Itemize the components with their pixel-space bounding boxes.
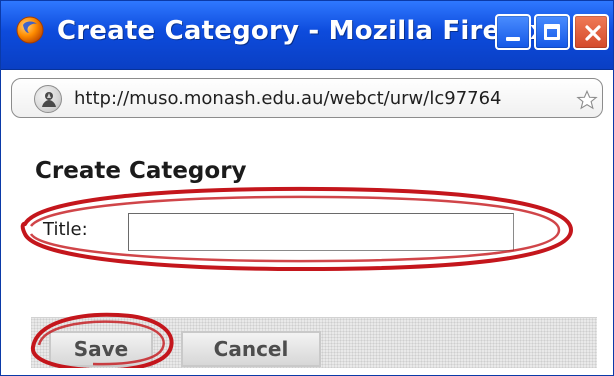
cancel-button[interactable]: Cancel (181, 331, 321, 367)
firefox-icon (16, 16, 44, 44)
site-identity-glyph (42, 92, 56, 107)
minimize-button[interactable] (495, 14, 531, 50)
url-bar[interactable]: http://muso.monash.edu.au/webct/urw/lc97… (11, 78, 603, 118)
site-identity-icon[interactable] (34, 85, 62, 113)
form-footer: Save Cancel (31, 317, 597, 368)
page-title: Create Category (35, 158, 247, 184)
maximize-button[interactable] (534, 14, 570, 50)
close-button[interactable] (573, 14, 609, 50)
maximize-icon (544, 24, 560, 40)
page-content: Create Category Title: Save Cancel (11, 126, 603, 368)
url-text[interactable]: http://muso.monash.edu.au/webct/urw/lc97… (74, 88, 502, 109)
star-icon[interactable] (576, 89, 598, 111)
minimize-icon (506, 37, 520, 41)
title-input[interactable] (128, 213, 514, 251)
browser-popup-window: Create Category - Mozilla Firefox http:/… (0, 0, 614, 376)
close-icon (585, 25, 601, 41)
save-button[interactable]: Save (49, 331, 153, 367)
title-bar[interactable]: Create Category - Mozilla Firefox (1, 1, 613, 70)
window-title: Create Category - Mozilla Firefox (57, 16, 547, 46)
title-label: Title: (43, 219, 88, 240)
